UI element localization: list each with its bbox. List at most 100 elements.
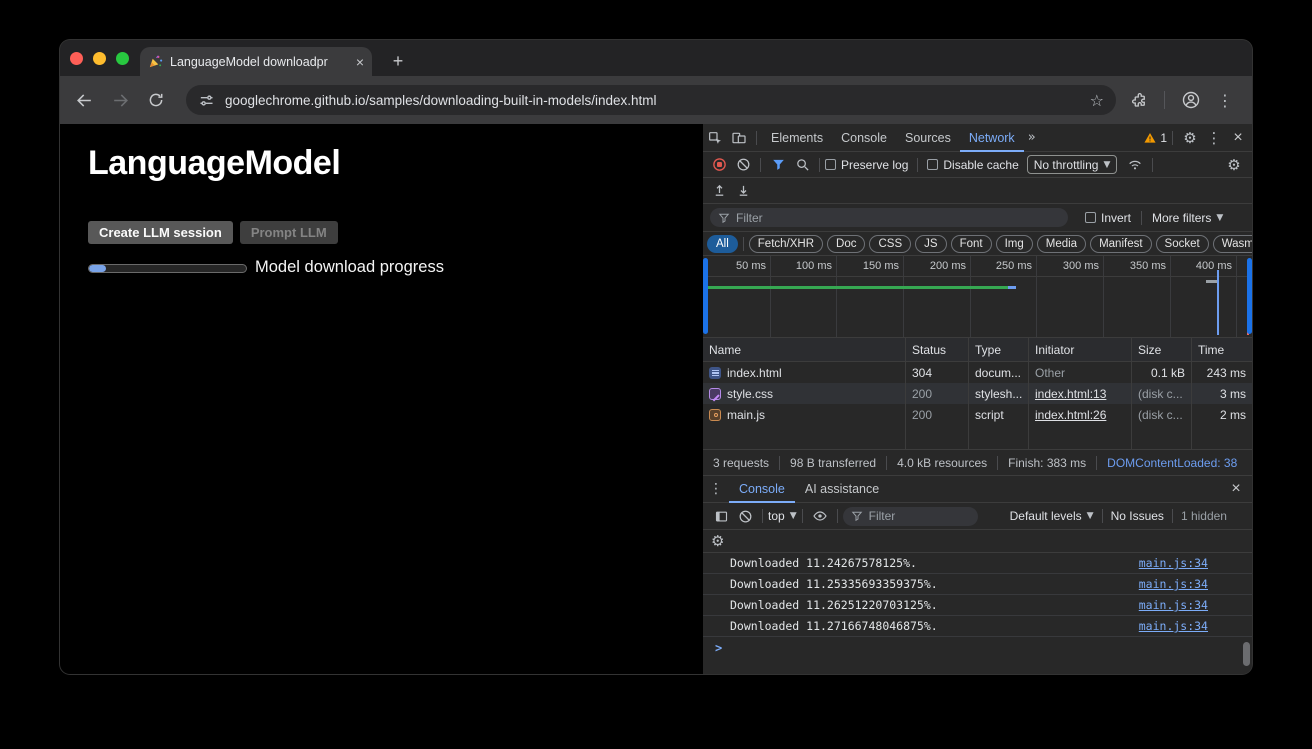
url-bar[interactable]: googlechrome.github.io/samples/downloadi… <box>186 85 1116 115</box>
traffic-light-close-icon[interactable] <box>70 52 83 65</box>
new-tab-button[interactable]: + <box>385 48 411 74</box>
chip-css[interactable]: CSS <box>869 235 911 253</box>
console-source-link[interactable]: main.js:34 <box>1139 598 1208 612</box>
chip-manifest[interactable]: Manifest <box>1090 235 1151 253</box>
tick-300ms: 300 ms <box>1043 260 1099 272</box>
col-initiator[interactable]: Initiator <box>1029 338 1132 361</box>
search-icon[interactable] <box>790 155 814 175</box>
tick-150ms: 150 ms <box>843 260 899 272</box>
preserve-log-label: Preserve log <box>841 158 908 172</box>
col-status[interactable]: Status <box>906 338 969 361</box>
summary-transferred: 98 B transferred <box>790 456 876 470</box>
chip-fetch-xhr[interactable]: Fetch/XHR <box>749 235 823 253</box>
clear-network-icon[interactable] <box>731 155 755 175</box>
console-scrollbar-thumb[interactable] <box>1243 642 1250 666</box>
col-size[interactable]: Size <box>1132 338 1192 361</box>
bookmark-star-icon[interactable]: ☆ <box>1090 91 1104 110</box>
devtools-menu-icon[interactable]: ⋮ <box>1202 128 1226 148</box>
network-filter-input[interactable] <box>736 211 1060 225</box>
more-tabs-icon[interactable]: » <box>1028 130 1036 145</box>
network-conditions-icon[interactable] <box>1123 155 1147 175</box>
overview-right-handle[interactable] <box>1247 258 1252 334</box>
invert-checkbox[interactable] <box>1085 212 1096 223</box>
live-expression-eye-icon[interactable] <box>808 506 832 526</box>
console-settings-gear-icon[interactable]: ⚙ <box>711 532 724 550</box>
har-row <box>703 178 1252 204</box>
profile-icon[interactable] <box>1181 90 1201 110</box>
network-settings-gear-icon[interactable]: ⚙ <box>1222 155 1246 175</box>
console-filter-input[interactable] <box>869 509 970 523</box>
drawer-close-icon[interactable]: × <box>1224 479 1248 499</box>
default-levels-select[interactable]: Default levels <box>1010 509 1082 523</box>
browser-menu-icon[interactable]: ⋮ <box>1217 91 1233 110</box>
console-message[interactable]: Downloaded 11.27166748046875%. main.js:3… <box>703 616 1252 637</box>
forward-icon[interactable] <box>108 88 132 112</box>
import-har-icon[interactable] <box>707 181 731 201</box>
console-message[interactable]: Downloaded 11.25335693359375%. main.js:3… <box>703 574 1252 595</box>
filter-funnel-icon[interactable] <box>766 155 790 175</box>
devtools-close-icon[interactable]: × <box>1226 128 1250 148</box>
table-row[interactable]: main.js 200 script index.html:26 (disk c… <box>703 404 1252 425</box>
chip-all[interactable]: All <box>707 235 738 253</box>
create-llm-session-button[interactable]: Create LLM session <box>88 221 233 244</box>
console-message[interactable]: Downloaded 11.24267578125%. main.js:34 <box>703 553 1252 574</box>
chip-media[interactable]: Media <box>1037 235 1086 253</box>
chip-doc[interactable]: Doc <box>827 235 865 253</box>
summary-resources: 4.0 kB resources <box>897 456 987 470</box>
back-icon[interactable] <box>72 88 96 112</box>
network-overview-timeline[interactable]: 50 ms 100 ms 150 ms 200 ms 250 ms 300 ms… <box>703 256 1252 338</box>
traffic-light-minimize-icon[interactable] <box>93 52 106 65</box>
site-settings-icon[interactable] <box>198 92 215 109</box>
clear-console-icon[interactable] <box>733 506 757 526</box>
warning-count: 1 <box>1160 131 1167 145</box>
extensions-icon[interactable] <box>1130 91 1148 109</box>
chip-img[interactable]: Img <box>996 235 1033 253</box>
reload-icon[interactable] <box>144 88 168 112</box>
col-name[interactable]: Name <box>703 338 906 361</box>
network-filter-pill[interactable] <box>710 208 1068 227</box>
drawer-tab-ai-assistance[interactable]: AI assistance <box>795 476 889 503</box>
chip-wasm[interactable]: Wasm <box>1213 235 1252 253</box>
preserve-log-checkbox[interactable] <box>825 159 836 170</box>
console-filter-pill[interactable] <box>843 507 978 526</box>
console-sidebar-toggle-icon[interactable] <box>709 506 733 526</box>
console-message[interactable]: Downloaded 11.26251220703125%. main.js:3… <box>703 595 1252 616</box>
console-source-link[interactable]: main.js:34 <box>1139 556 1208 570</box>
chip-font[interactable]: Font <box>951 235 992 253</box>
console-source-link[interactable]: main.js:34 <box>1139 577 1208 591</box>
chip-js[interactable]: JS <box>915 235 946 253</box>
throttling-select[interactable]: No throttling ▼ <box>1027 155 1118 174</box>
traffic-light-zoom-icon[interactable] <box>116 52 129 65</box>
request-type: stylesh... <box>969 383 1029 404</box>
warning-badge[interactable]: 1 <box>1143 131 1167 145</box>
tab-sources[interactable]: Sources <box>896 124 960 152</box>
disable-cache-checkbox[interactable] <box>927 159 938 170</box>
initiator-link[interactable]: index.html:26 <box>1035 408 1106 422</box>
console-prompt[interactable]: > <box>703 637 1252 658</box>
export-har-icon[interactable] <box>731 181 755 201</box>
inspect-icon[interactable] <box>703 128 727 148</box>
col-type[interactable]: Type <box>969 338 1029 361</box>
table-row[interactable]: index.html 304 docum... Other 0.1 kB 243… <box>703 362 1252 383</box>
tab-console[interactable]: Console <box>832 124 896 152</box>
tab-network[interactable]: Network <box>960 124 1024 152</box>
request-status: 200 <box>906 404 969 425</box>
browser-tab[interactable]: LanguageModel downloadpro × <box>140 47 372 76</box>
drawer-menu-icon[interactable]: ⋮ <box>703 479 729 499</box>
overview-left-handle[interactable] <box>703 258 708 334</box>
drawer-tab-console[interactable]: Console <box>729 476 795 503</box>
execution-context-selector[interactable]: top <box>768 509 785 523</box>
initiator-link[interactable]: index.html:13 <box>1035 387 1106 401</box>
console-source-link[interactable]: main.js:34 <box>1139 619 1208 633</box>
col-time[interactable]: Time <box>1192 338 1252 361</box>
devtools-settings-gear-icon[interactable]: ⚙ <box>1178 128 1202 148</box>
device-toolbar-icon[interactable] <box>727 128 751 148</box>
warning-icon <box>1143 131 1157 145</box>
tab-close-icon[interactable]: × <box>356 55 364 69</box>
chip-socket[interactable]: Socket <box>1156 235 1209 253</box>
tab-elements[interactable]: Elements <box>762 124 832 152</box>
no-issues-label[interactable]: No Issues <box>1111 509 1164 523</box>
more-filters-dropdown[interactable]: More filters <box>1152 211 1211 225</box>
record-icon[interactable] <box>707 155 731 175</box>
table-row[interactable]: style.css 200 stylesh... index.html:13 (… <box>703 383 1252 404</box>
